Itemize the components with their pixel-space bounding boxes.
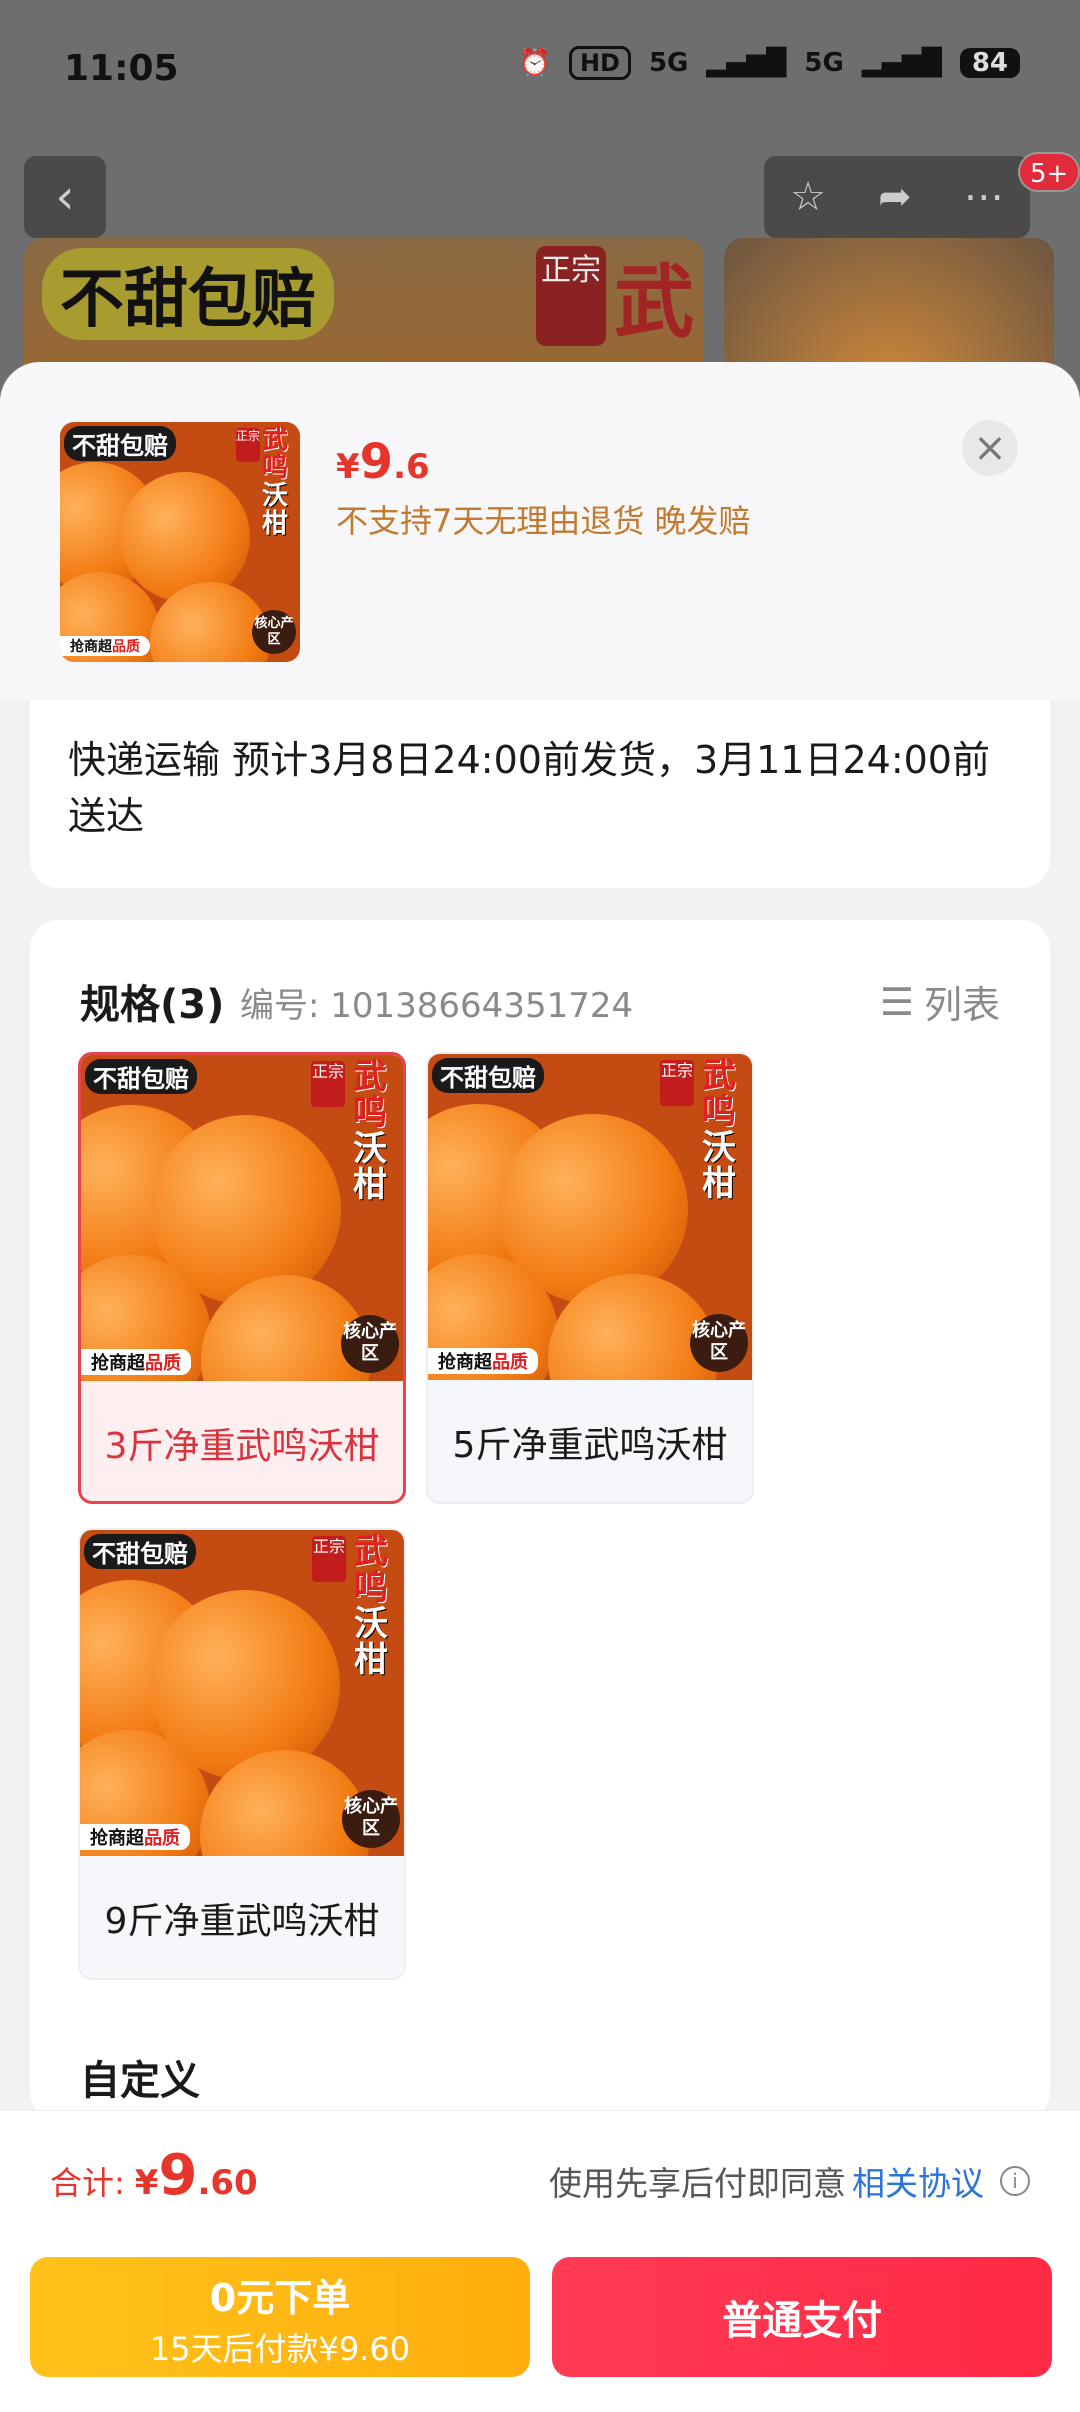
spec-code: 编号: 10138664351724 [240,986,634,1026]
normal-pay-button[interactable]: 普通支付 [552,2257,1052,2377]
core-area-badge: 核心产区 [342,1790,400,1848]
bg-banner-seal: 正宗 [536,246,606,346]
message-badge: 5+ [1018,152,1080,192]
hd-icon: HD [568,46,631,80]
chevron-left-icon: ‹ [55,169,75,225]
spec-option-3[interactable]: 不甜包赔 正宗 武鸣沃柑 核心产区 抢商超品质 9斤净重武鸣沃柑 [78,1528,406,1980]
product-vertical-title: 武鸣沃柑 [702,1056,736,1204]
bg-banner-slogan: 不甜包赔 [42,248,334,340]
signal-5g-icon-2: 5G [804,48,844,78]
alarm-icon: ⏰ [518,48,551,78]
product-vertical-title: 武鸣沃柑 [262,425,289,539]
seal-badge: 正宗 [311,1061,345,1107]
checkout-bar: 合计: ¥9.60 使用先享后付即同意 相关协议 i 0元下单 15天后付款¥9… [0,2110,1080,2412]
seal-badge: 正宗 [236,428,260,462]
seal-badge: 正宗 [660,1060,694,1106]
more-icon[interactable]: ⋯ [964,174,1004,220]
pay-later-button[interactable]: 0元下单 15天后付款¥9.60 [30,2257,530,2377]
total-price: 合计: ¥9.60 [50,2143,258,2208]
sheet-header: 不甜包赔 正宗 武鸣沃柑 核心产区 抢商超品质 ¥9.6 不支持7天无理由退货 … [0,362,1080,700]
spec-option-1[interactable]: 不甜包赔 正宗 武鸣沃柑 核心产区 抢商超品质 3斤净重武鸣沃柑 [78,1052,406,1504]
product-tag: 不甜包赔 [84,1534,196,1569]
product-thumbnail[interactable]: 不甜包赔 正宗 武鸣沃柑 核心产区 抢商超品质 [60,422,300,662]
product-vertical-title: 武鸣沃柑 [353,1057,387,1205]
core-area-badge: 核心产区 [341,1315,399,1373]
signal-icon: ▂▄▆█ [706,48,787,78]
status-bar: 11:05 ⏰ HD 5G ▂▄▆█ 5G ▂▄▆█ 84 [0,0,1080,140]
list-view-toggle[interactable]: ☰ 列表 [880,974,1000,1029]
agreement-link[interactable]: 相关协议 [852,2157,984,2205]
quality-strip: 抢商超品质 [80,1824,190,1850]
quality-strip: 抢商超品质 [60,636,150,656]
status-icons: ⏰ HD 5G ▂▄▆█ 5G ▂▄▆█ 84 [519,46,1020,80]
sku-sheet: 不甜包赔 正宗 武鸣沃柑 核心产区 抢商超品质 ¥9.6 不支持7天无理由退货 … [0,362,1080,2412]
share-icon[interactable]: ➦ [878,174,912,220]
status-time: 11:05 [64,48,179,89]
list-icon: ☰ [879,979,914,1024]
seal-badge: 正宗 [312,1536,346,1582]
sku-price: ¥9.6 [336,434,430,490]
pay-later-subtitle: 15天后付款¥9.60 [149,2330,411,2368]
option-image: 不甜包赔 正宗 武鸣沃柑 核心产区 抢商超品质 [81,1055,403,1381]
orange-image: 不甜包赔 正宗 武鸣沃柑 核心产区 抢商超品质 [60,422,300,662]
option-image: 不甜包赔 正宗 武鸣沃柑 核心产区 抢商超品质 [80,1530,404,1856]
core-area-badge: 核心产区 [252,610,296,654]
battery-icon: 84 [959,48,1020,78]
product-tag: 不甜包赔 [432,1058,544,1093]
option-label: 9斤净重武鸣沃柑 [104,1901,380,1942]
option-label: 5斤净重武鸣沃柑 [452,1425,728,1466]
background-page: 11:05 ⏰ HD 5G ▂▄▆█ 5G ▂▄▆█ 84 ‹ ☆ ➦ ⋯ 5+… [0,0,1080,420]
signal-5g-icon: 5G [648,48,689,78]
option-label: 3斤净重武鸣沃柑 [104,1426,380,1467]
return-policy: 不支持7天无理由退货 晚发赔 [336,502,751,540]
spec-option-2[interactable]: 不甜包赔 正宗 武鸣沃柑 核心产区 抢商超品质 5斤净重武鸣沃柑 [426,1052,754,1504]
product-tag: 不甜包赔 [85,1059,197,1094]
bg-banner-big-text: 武 [614,256,694,349]
close-icon: × [973,425,1007,471]
watermark-text: 砥砺前行88 [408,1501,609,1545]
signal-icon-2: ▂▄▆█ [861,48,942,78]
custom-section-title: 自定义 [80,2058,200,2104]
top-actions: ☆ ➦ ⋯ [764,156,1030,238]
product-vertical-title: 武鸣沃柑 [354,1532,388,1680]
close-button[interactable]: × [962,420,1018,476]
total-label: 合计: [50,2164,125,2202]
list-view-label: 列表 [923,983,1000,1027]
quality-strip: 抢商超品质 [428,1348,538,1374]
star-icon[interactable]: ☆ [790,174,826,220]
core-area-badge: 核心产区 [690,1314,748,1372]
back-button[interactable]: ‹ [24,156,106,238]
quality-strip: 抢商超品质 [81,1349,191,1375]
info-icon[interactable]: i [1000,2166,1030,2196]
spec-title: 规格(3) [80,982,225,1028]
agreement-text: 使用先享后付即同意 相关协议 i [549,2157,1030,2205]
pay-later-title: 0元下单 [209,2276,351,2320]
option-image: 不甜包赔 正宗 武鸣沃柑 核心产区 抢商超品质 [428,1054,752,1380]
product-tag: 不甜包赔 [64,426,176,461]
shipping-info: 快递运输 预计3月8日24:00前发货，3月11日24:00前送达 [30,700,1050,888]
